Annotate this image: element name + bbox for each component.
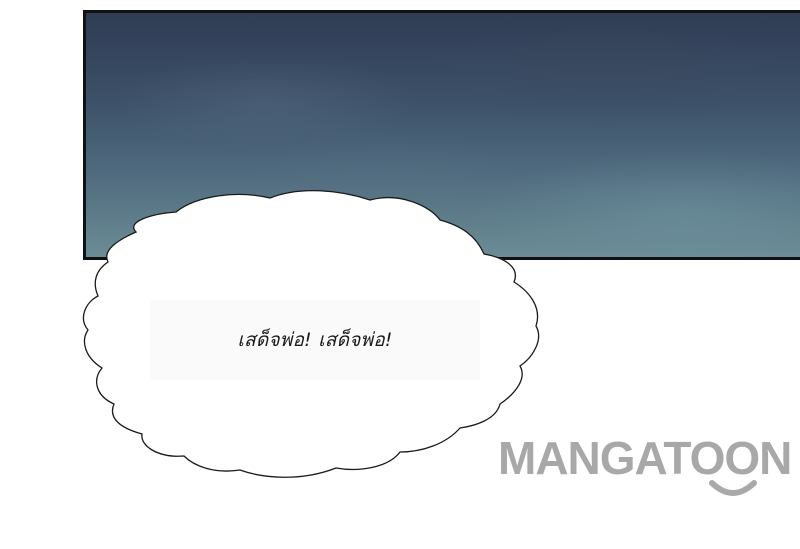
comic-page: เสด็จพ่อ! เสด็จพ่อ! MANGATOON — [0, 0, 800, 549]
smile-logo-icon — [709, 480, 757, 496]
speech-bubble-text: เสด็จพ่อ! เสด็จพ่อ! — [150, 300, 480, 380]
mangatoon-watermark: MANGATOON — [498, 433, 800, 503]
watermark-brand-text: MANGATOON — [498, 432, 792, 484]
